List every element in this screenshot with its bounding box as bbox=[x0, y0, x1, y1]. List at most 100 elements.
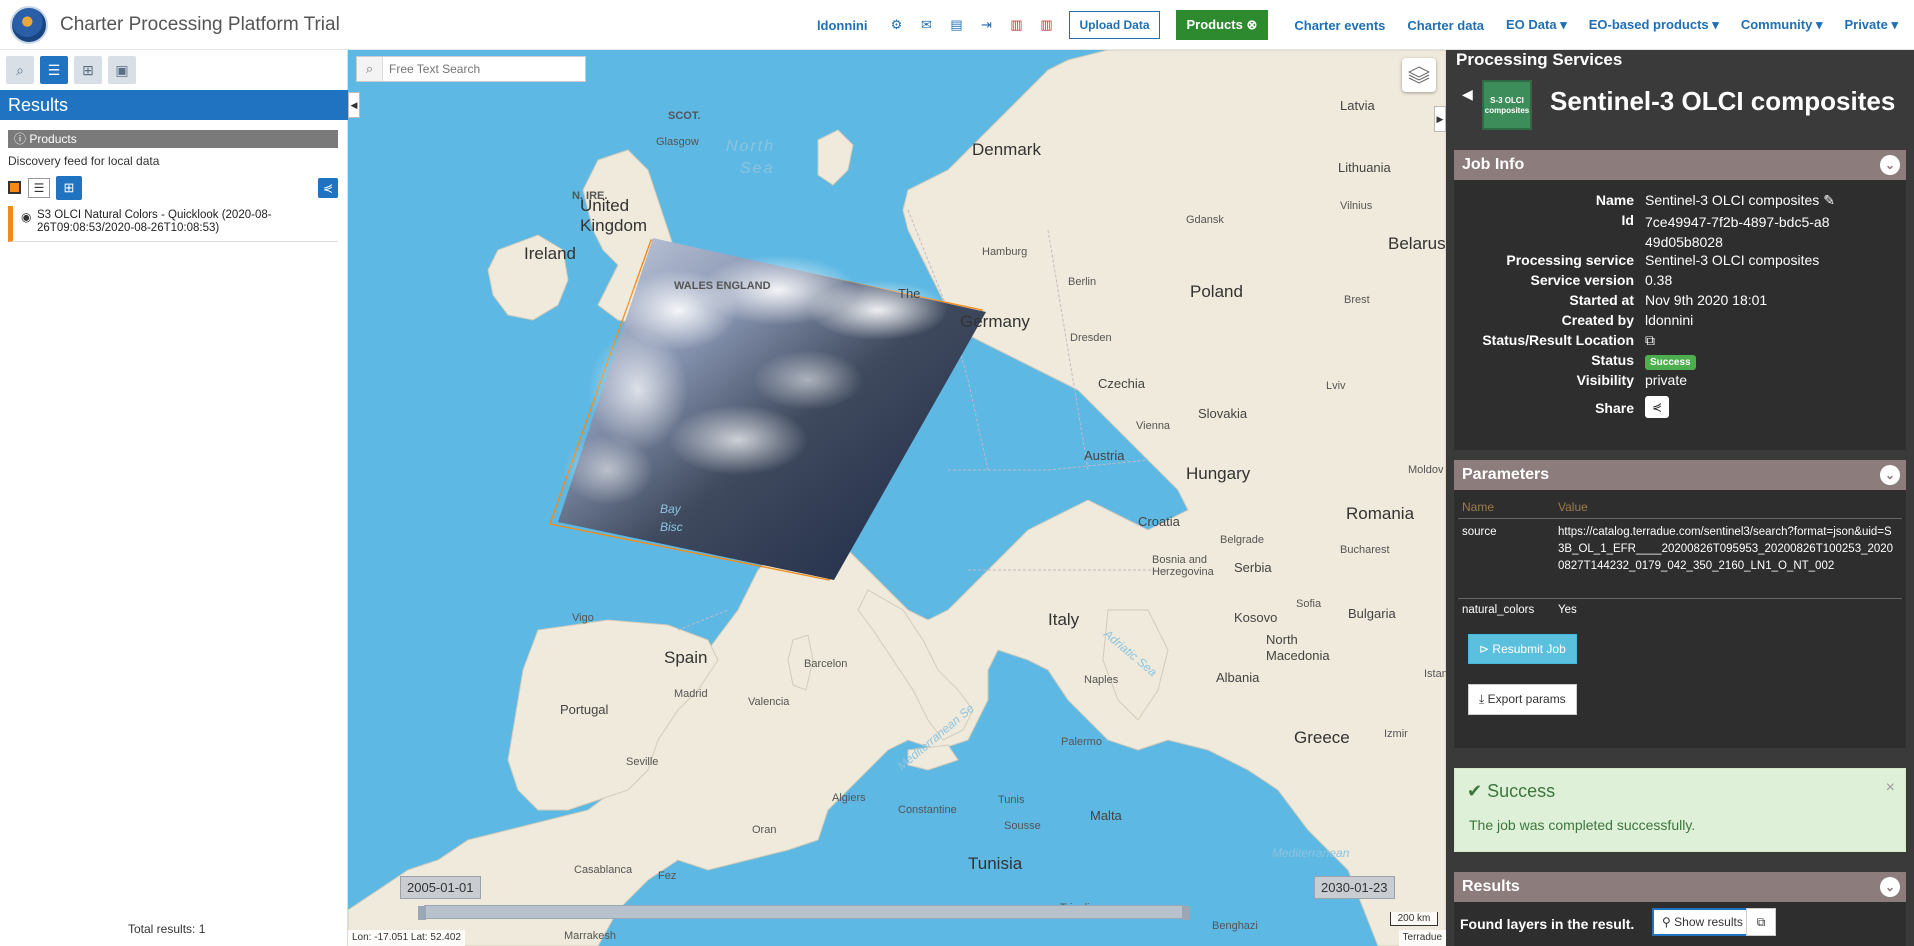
close-icon[interactable]: × bbox=[1886, 779, 1895, 797]
products-button[interactable]: Products ⊗ bbox=[1175, 10, 1269, 40]
param-value: https://catalog.terradue.com/sentinel3/s… bbox=[1558, 526, 1894, 572]
back-arrow-icon[interactable]: ◀ bbox=[1462, 86, 1473, 103]
map-label: Benghazi bbox=[1212, 920, 1258, 932]
add-to-basket-icon[interactable]: ⊞ bbox=[56, 176, 82, 200]
result-item[interactable]: ◉ S3 OLCI Natural Colors - Quicklook (20… bbox=[8, 206, 338, 242]
chevron-down-icon[interactable]: ⌄ bbox=[1880, 465, 1900, 485]
results-header[interactable]: Results ⌄ bbox=[1454, 872, 1906, 902]
timeline-slider[interactable] bbox=[424, 905, 1184, 919]
visibility-key: Visibility bbox=[1576, 372, 1634, 388]
nav-eo-data[interactable]: EO Data ▾ bbox=[1506, 17, 1567, 33]
basket-tab-icon[interactable]: ⊞ bbox=[74, 56, 102, 84]
app-logo[interactable] bbox=[10, 5, 48, 44]
processing-services-panel: Processing Services ◀ S-3 OLCI composite… bbox=[1446, 50, 1914, 946]
search-icon[interactable]: ⌕ bbox=[357, 57, 383, 81]
result-item-title[interactable]: S3 OLCI Natural Colors - Quicklook (2020… bbox=[37, 209, 334, 235]
param-value: Yes bbox=[1558, 604, 1577, 616]
job-name-value[interactable]: Sentinel-3 OLCI composites ✎ bbox=[1645, 192, 1835, 209]
nav-community-label: Community bbox=[1740, 17, 1813, 32]
collapse-left-panel-icon[interactable]: ◀ bbox=[348, 92, 360, 118]
parameters-header[interactable]: Parameters ⌄ bbox=[1454, 460, 1906, 490]
play-circle-icon: ⊳ bbox=[1479, 642, 1490, 656]
nav-charter-events[interactable]: Charter events bbox=[1294, 18, 1385, 33]
nav-private[interactable]: Private ▾ bbox=[1844, 17, 1898, 33]
mail-icon[interactable]: ✉ bbox=[911, 17, 941, 33]
nav-community[interactable]: Community ▾ bbox=[1741, 17, 1823, 33]
timeline-end-date[interactable]: 2030-01-23 bbox=[1314, 876, 1395, 899]
export-params-button[interactable]: ⤓ Export params bbox=[1468, 684, 1577, 715]
nav-charter-data[interactable]: Charter data bbox=[1407, 18, 1484, 33]
map-label: Bucharest bbox=[1340, 544, 1390, 556]
map-label: North bbox=[726, 138, 776, 155]
service-version-key: Service version bbox=[1530, 272, 1634, 288]
map-attribution[interactable]: Terradue bbox=[1398, 930, 1446, 946]
archive-tab-icon[interactable]: ▣ bbox=[108, 56, 136, 84]
caret-down-icon: ▾ bbox=[1891, 17, 1898, 32]
copy-icon[interactable]: ⧉ bbox=[1746, 908, 1776, 936]
divider bbox=[1458, 598, 1902, 599]
layers-icon[interactable] bbox=[1402, 58, 1436, 92]
close-circle-icon[interactable]: ⊗ bbox=[1246, 17, 1257, 32]
map-label: Tunisia bbox=[968, 854, 1023, 873]
list-view-icon[interactable]: ☰ bbox=[28, 178, 50, 198]
app-title[interactable]: Charter Processing Platform Trial bbox=[60, 14, 340, 36]
map-view[interactable]: North Sea Denmark United Kingdom Ireland… bbox=[348, 50, 1446, 946]
map-label: Bisc bbox=[660, 520, 683, 534]
map-label: Mediterranean bbox=[1272, 846, 1350, 860]
top-navbar: Charter Processing Platform Trial ldonni… bbox=[0, 0, 1914, 50]
map-label: Sousse bbox=[1004, 820, 1041, 832]
share-value: ⋞ bbox=[1645, 396, 1669, 418]
map-label: N. IRE. bbox=[572, 190, 608, 202]
map-label: Hamburg bbox=[982, 246, 1028, 258]
guide-icon[interactable]: ▥ bbox=[1031, 17, 1061, 33]
chevron-down-icon[interactable]: ⌄ bbox=[1880, 877, 1900, 897]
results-title: Results bbox=[0, 90, 348, 120]
divider bbox=[1458, 518, 1902, 519]
parameters-section: Parameters ⌄ Name Value source https://c… bbox=[1454, 460, 1906, 748]
caret-down-icon: ▾ bbox=[1712, 17, 1719, 32]
map-label: Hungary bbox=[1186, 464, 1251, 483]
parameters-title: Parameters bbox=[1462, 466, 1550, 483]
service-version-value: 0.38 bbox=[1645, 272, 1673, 288]
map-label: WALES ENGLAND bbox=[674, 280, 771, 292]
user-link[interactable]: ldonnini bbox=[817, 18, 868, 33]
job-info-header[interactable]: Job Info ⌄ bbox=[1454, 150, 1906, 180]
param-value-header: Value bbox=[1558, 500, 1588, 514]
map-label: Madrid bbox=[674, 688, 708, 700]
map-label: Tunis bbox=[998, 794, 1025, 806]
share-icon[interactable]: ⋞ bbox=[318, 178, 338, 198]
logout-icon[interactable]: ⇥ bbox=[971, 17, 1001, 33]
show-results-button[interactable]: ⚲ Show results bbox=[1652, 908, 1753, 936]
success-alert: ✔ Success The job was completed successf… bbox=[1454, 768, 1906, 852]
map-label: Marrakesh bbox=[564, 930, 616, 942]
map-label: Fez bbox=[658, 870, 677, 882]
book-icon[interactable]: ▤ bbox=[941, 17, 971, 33]
upload-data-button[interactable]: Upload Data bbox=[1069, 11, 1160, 39]
map-label: Sofia bbox=[1296, 598, 1322, 610]
layer-color-swatch[interactable] bbox=[8, 181, 21, 194]
manual-icon[interactable]: ▥ bbox=[1001, 17, 1031, 33]
param-name: source bbox=[1462, 526, 1497, 538]
processing-services-title: Processing Services bbox=[1456, 50, 1623, 69]
map-label: Lithuania bbox=[1338, 160, 1391, 175]
alert-message: The job was completed successfully. bbox=[1469, 817, 1696, 833]
nav-eo-based-products[interactable]: EO-based products ▾ bbox=[1589, 17, 1719, 33]
list-tab-icon[interactable]: ☰ bbox=[40, 56, 68, 84]
map-label: Germany bbox=[960, 312, 1030, 331]
timeline-start-date[interactable]: 2005-01-01 bbox=[400, 876, 481, 899]
map-label: Croatia bbox=[1138, 514, 1180, 529]
timeline-handle-left[interactable] bbox=[418, 906, 426, 920]
share-icon[interactable]: ⋞ bbox=[1645, 396, 1669, 418]
collapse-right-panel-icon[interactable]: ▶ bbox=[1434, 106, 1446, 132]
timeline-handle-right[interactable] bbox=[1182, 906, 1190, 920]
main-nav: ldonnini ⚙ ✉ ▤ ⇥ ▥ ▥ Upload Data Product… bbox=[817, 0, 1898, 50]
chevron-down-icon[interactable]: ⌄ bbox=[1880, 155, 1900, 175]
param-name-header: Name bbox=[1462, 500, 1495, 514]
search-tab-icon[interactable]: ⌕ bbox=[6, 56, 34, 84]
created-by-value: ldonnini bbox=[1645, 312, 1694, 328]
external-link-icon[interactable]: ⧉ bbox=[1645, 332, 1655, 349]
free-text-search-input[interactable] bbox=[383, 62, 579, 76]
alert-title-text: Success bbox=[1487, 781, 1556, 801]
resubmit-job-button[interactable]: ⊳ Resubmit Job bbox=[1468, 634, 1577, 664]
settings-icon[interactable]: ⚙ bbox=[881, 17, 911, 33]
